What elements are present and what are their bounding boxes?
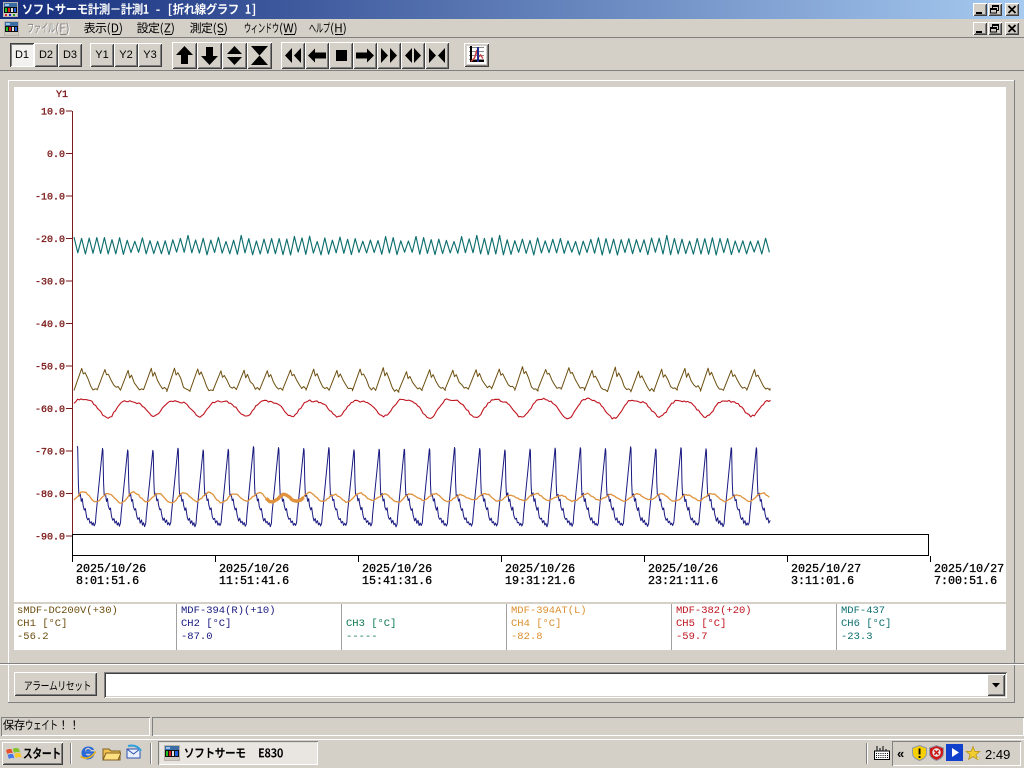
svg-text:19:31:21.6: 19:31:21.6 [505, 574, 575, 588]
svg-text:Y1: Y1 [56, 90, 68, 101]
svg-text:10.0: 10.0 [41, 108, 65, 119]
svg-text:-50.0: -50.0 [35, 363, 65, 374]
svg-text:-60.0: -60.0 [35, 405, 65, 416]
svg-text:15:41:31.6: 15:41:31.6 [362, 574, 432, 588]
svg-text:-90.0: -90.0 [35, 533, 65, 544]
svg-text:-80.0: -80.0 [35, 490, 65, 501]
svg-text:-10.0: -10.0 [35, 193, 65, 204]
svg-text:23:21:11.6: 23:21:11.6 [648, 574, 718, 588]
svg-text:-20.0: -20.0 [35, 235, 65, 246]
svg-text:-40.0: -40.0 [35, 320, 65, 331]
svg-text:-30.0: -30.0 [35, 278, 65, 289]
svg-text:-70.0: -70.0 [35, 448, 65, 459]
svg-text:0.0: 0.0 [47, 150, 65, 161]
svg-text:8:01:51.6: 8:01:51.6 [76, 574, 139, 588]
svg-text:7:00:51.6: 7:00:51.6 [934, 574, 997, 588]
svg-text:11:51:41.6: 11:51:41.6 [219, 574, 289, 588]
svg-text:3:11:01.6: 3:11:01.6 [791, 574, 854, 588]
